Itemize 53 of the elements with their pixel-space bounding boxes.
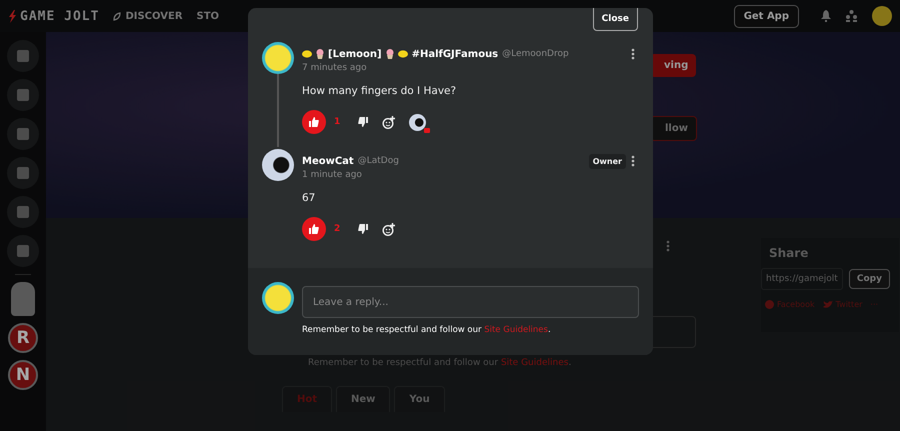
banner-button[interactable]: llow — [650, 116, 697, 141]
username[interactable]: @LatDog — [358, 156, 399, 166]
timestamp: 7 minutes ago — [302, 63, 368, 73]
guidelines-text: Remember to be respectful and follow our Site Guidelines. — [302, 325, 552, 335]
nav-link[interactable]: STO — [196, 10, 220, 22]
share-title: Share — [768, 246, 810, 260]
copy-button[interactable]: Copy — [848, 269, 890, 289]
timestamp: 1 minute ago — [302, 170, 363, 180]
reply-field[interactable]: Leave a reply... — [302, 286, 639, 318]
community-avatar[interactable]: R — [8, 323, 38, 353]
bell-icon[interactable] — [821, 10, 831, 22]
close-button[interactable]: Close — [592, 8, 638, 31]
display-name[interactable]: #HalfGJFamous — [412, 48, 498, 60]
add-reaction-icon[interactable] — [382, 222, 395, 236]
comment-text: How many fingers do I Have? — [302, 85, 458, 97]
people-icon[interactable] — [845, 10, 858, 22]
nav-link[interactable]: DISCOVER — [113, 10, 183, 22]
owner-badge: Owner — [588, 154, 626, 168]
logo-text[interactable]: GAME JOLT — [20, 8, 100, 24]
display-name[interactable]: [Lemoon] — [328, 48, 382, 60]
thumbs-down-icon[interactable] — [358, 117, 368, 127]
like-count[interactable]: 2 — [334, 224, 344, 234]
leaf-icon — [113, 12, 122, 20]
user-avatar[interactable] — [262, 149, 294, 181]
more-icon[interactable] — [631, 48, 635, 60]
thumbs-up-icon — [309, 224, 319, 234]
add-reaction-icon[interactable] — [382, 116, 395, 128]
username[interactable]: @LemoonDrop — [502, 49, 569, 59]
cupcake-icon — [386, 49, 394, 59]
cupcake-icon — [316, 49, 324, 59]
sort-tab[interactable]: You — [394, 386, 445, 412]
like-button[interactable] — [302, 217, 326, 241]
like-button[interactable] — [302, 110, 326, 134]
sort-tab[interactable]: New — [336, 386, 390, 412]
like-count[interactable]: 1 — [334, 117, 344, 127]
bird-icon — [822, 300, 833, 308]
more-icon[interactable] — [631, 155, 635, 167]
display-name[interactable]: MeowCat — [302, 156, 354, 166]
banner-button[interactable]: ving — [650, 54, 696, 77]
character-avatar[interactable] — [11, 282, 35, 316]
guidelines-link[interactable]: Site Guidelines — [484, 325, 548, 335]
lemon-icon — [302, 50, 312, 58]
comment-text: 67 — [302, 192, 316, 204]
thumbs-down-icon[interactable] — [358, 224, 368, 234]
bolt-icon — [8, 10, 17, 22]
lemon-icon — [398, 50, 408, 58]
guidelines-text: Remember to be respectful and follow our Site Guidelines. — [308, 358, 572, 368]
url-field[interactable]: https://gamejolt — [761, 268, 843, 290]
community-avatar[interactable]: N — [8, 360, 38, 390]
user-avatar[interactable] — [262, 42, 294, 74]
get-app-button[interactable]: Get App — [734, 4, 799, 28]
thumbs-up-icon — [309, 117, 319, 127]
user-avatar[interactable] — [262, 282, 294, 314]
